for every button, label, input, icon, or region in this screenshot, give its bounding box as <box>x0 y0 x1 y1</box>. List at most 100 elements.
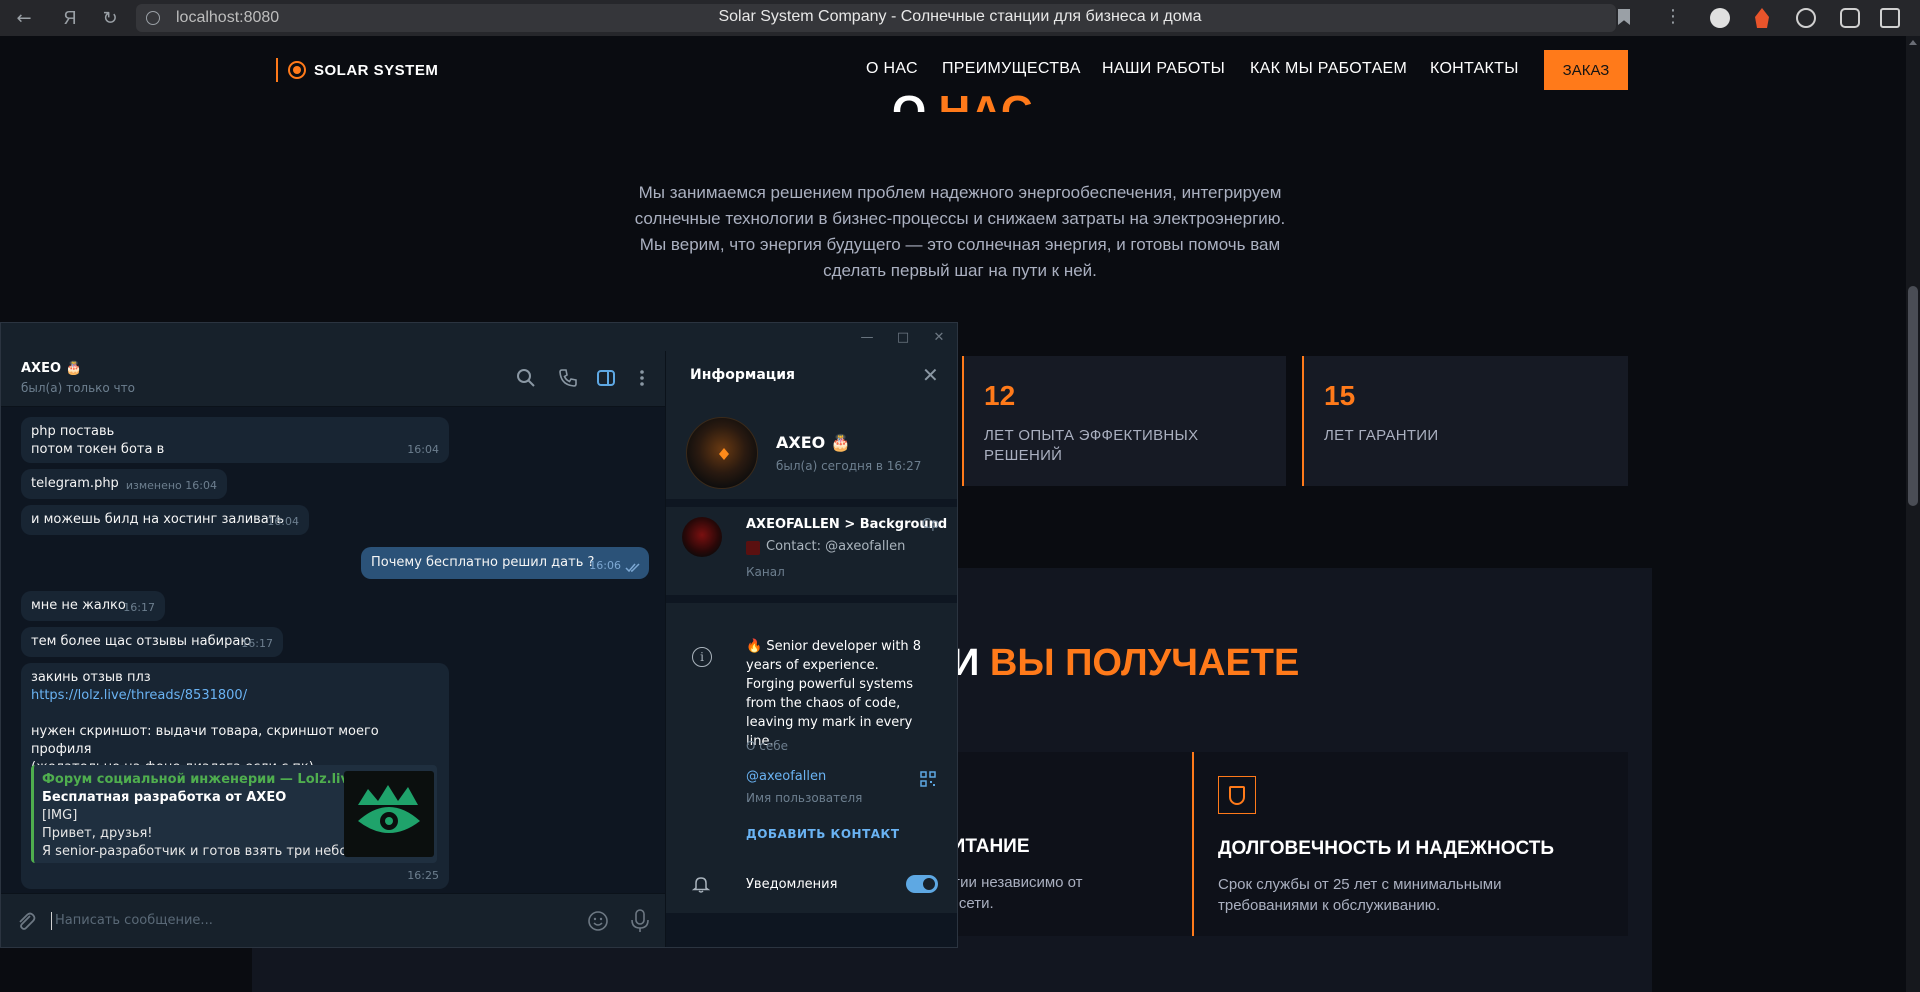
about-heading-white: О <box>892 87 939 112</box>
message-link[interactable]: https://lolz.live/threads/8531800/ <box>31 687 439 705</box>
more-vertical-icon[interactable]: ⋮ <box>1664 6 1682 27</box>
about-text: Мы занимаемся решением проблем надежного… <box>634 183 1286 280</box>
info-icon: i <box>692 647 712 667</box>
channel-avatar[interactable] <box>682 517 722 557</box>
scroll-up-arrow[interactable] <box>1909 40 1917 45</box>
bio-text: 🔥 Senior developer with 8 years of exper… <box>746 639 922 749</box>
username[interactable]: @axeofallen <box>746 769 826 784</box>
page-scrollbar[interactable] <box>1906 36 1920 992</box>
message-bubble[interactable]: telegram.php изменено 16:04 <box>21 469 227 499</box>
benefits-title: И ВЫ ПОЛУЧАЕТЕ <box>952 642 1299 685</box>
stat-card-warranty: 15 ЛЕТ ГАРАНТИИ <box>1302 356 1628 486</box>
about-heading: О НАС <box>892 70 1033 112</box>
address-bar[interactable]: localhost:8080 <box>136 4 1616 32</box>
qr-code-icon[interactable] <box>920 771 936 787</box>
sun-icon <box>288 61 306 79</box>
channel-day: Ср <box>922 517 940 532</box>
attach-icon[interactable] <box>15 910 37 932</box>
message-line: и можешь билд на хостинг заливать <box>31 512 285 527</box>
logo-text: SOLAR SYSTEM <box>314 61 439 79</box>
scroll-thumb[interactable] <box>1908 286 1918 506</box>
divider <box>666 595 957 603</box>
message-time: 16:04 <box>407 443 439 456</box>
telegram-titlebar: — □ ✕ <box>1 323 957 351</box>
close-icon[interactable]: ✕ <box>922 363 939 387</box>
close-window-icon[interactable]: ✕ <box>929 327 949 347</box>
message-time: 16:17 <box>123 601 155 614</box>
emoji-icon[interactable] <box>587 910 609 932</box>
stat-number: 15 <box>1324 380 1356 411</box>
notifications-label: Уведомления <box>746 877 838 892</box>
about-heading-orange: НАС <box>938 87 1033 112</box>
profile-status: был(а) сегодня в 16:27 <box>776 459 922 473</box>
puzzle-icon[interactable] <box>1840 8 1860 28</box>
maximize-icon[interactable]: □ <box>893 327 913 347</box>
lightbulb-icon[interactable] <box>1796 8 1816 28</box>
fire-extension-icon[interactable] <box>1755 8 1769 28</box>
message-line: закинь отзыв плз <box>31 670 151 685</box>
benefits-title-orange: ВЫ ПОЛУЧАЕТЕ <box>989 642 1300 684</box>
window-menu-icon[interactable] <box>1880 8 1900 28</box>
username-label: Имя пользователя <box>746 791 863 805</box>
benefit-title: ДОЛГОВЕЧНОСТЬ И НАДЕЖНОСТЬ <box>1218 838 1554 859</box>
benefit-partial-desc: ергии независимо от ой сети. <box>938 872 1083 914</box>
channel-type: Канал <box>746 565 785 579</box>
back-icon[interactable]: ← <box>6 0 42 36</box>
bookmark-icon[interactable] <box>1618 9 1630 25</box>
message-bubble[interactable]: php поставь потом токен бота в 16:04 <box>21 417 449 463</box>
info-panel: Информация ✕ AXEO 🎂 был(а) сегодня в 16:… <box>665 351 957 947</box>
channel-thumbnail <box>746 541 760 555</box>
message-line: php поставь <box>31 424 115 439</box>
url-text: localhost:8080 <box>176 9 280 26</box>
chat-header[interactable]: AXEO 🎂 был(а) только что <box>1 351 665 407</box>
stat-label: ЛЕТ ОПЫТА ЭФФЕКТИВНЫХ РЕШЕНИЙ <box>984 427 1199 464</box>
message-bubble-outgoing[interactable]: Почему бесплатно решил дать ? 16:06 <box>361 547 649 579</box>
nav-contacts[interactable]: КОНТАКТЫ <box>1430 60 1519 78</box>
message-composer: Написать сообщение... <box>1 893 665 947</box>
channel-name[interactable]: AXEOFALLEN > Background <box>746 517 947 532</box>
benefit-description: Срок службы от 25 лет с минимальными тре… <box>1218 876 1502 914</box>
message-input[interactable]: Написать сообщение... <box>55 913 213 928</box>
reload-icon[interactable]: ↻ <box>92 0 128 36</box>
message-line: тем более щас отзывы набираю <box>31 634 252 649</box>
nav-works[interactable]: НАШИ РАБОТЫ <box>1102 60 1225 78</box>
info-title: Информация <box>690 367 795 383</box>
message-time: 16:17 <box>241 637 273 650</box>
browser-toolbar: ← Я ↻ localhost:8080 Solar System Compan… <box>0 0 1920 36</box>
text-caret <box>51 912 52 930</box>
nav-how-we-work[interactable]: КАК МЫ РАБОТАЕМ <box>1250 60 1407 78</box>
add-contact-button[interactable]: ДОБАВИТЬ КОНТАКТ <box>746 827 900 841</box>
benefit-partial-desc-line: ергии независимо от <box>938 874 1083 891</box>
divider <box>666 913 957 947</box>
notifications-toggle[interactable] <box>906 875 938 893</box>
link-preview[interactable]: Форум социальной инженерии — Lolz.live..… <box>31 765 437 863</box>
extension-icon[interactable] <box>1710 8 1730 28</box>
message-time: 16:25 <box>407 869 439 882</box>
stat-number: 12 <box>984 380 1016 411</box>
order-button[interactable]: ЗАКАЗ <box>1544 50 1628 90</box>
bell-icon <box>692 877 710 893</box>
message-bubble[interactable]: и можешь билд на хостинг заливать 16:04 <box>21 505 309 535</box>
stat-card-experience: 12 ЛЕТ ОПЫТА ЭФФЕКТИВНЫХ РЕШЕНИЙ <box>962 356 1286 486</box>
more-vertical-icon[interactable] <box>631 367 653 389</box>
profile-avatar[interactable] <box>686 417 758 489</box>
message-line: потом токен бота в <box>31 442 165 457</box>
search-icon[interactable] <box>515 367 537 389</box>
message-bubble-with-preview[interactable]: закинь отзыв плз https://lolz.live/threa… <box>21 663 449 889</box>
microphone-icon[interactable] <box>629 908 651 934</box>
eye-logo-icon <box>358 785 420 833</box>
message-line: нужен скриншот: выдачи товара, скриншот … <box>31 724 379 757</box>
benefit-card-durability: ДОЛГОВЕЧНОСТЬ И НАДЕЖНОСТЬ Срок службы о… <box>1192 752 1628 936</box>
minimize-icon[interactable]: — <box>857 327 877 347</box>
telegram-window: — □ ✕ AXEO 🎂 был(а) только что php поста… <box>0 322 958 948</box>
message-bubble[interactable]: тем более щас отзывы набираю 16:17 <box>21 627 283 657</box>
shield-icon <box>1218 776 1256 814</box>
message-bubble[interactable]: мне не жалко 16:17 <box>21 591 165 621</box>
yandex-icon[interactable]: Я <box>52 0 88 36</box>
logo[interactable]: SOLAR SYSTEM <box>276 58 438 82</box>
site-info-icon[interactable] <box>146 11 160 25</box>
phone-icon[interactable] <box>557 367 579 389</box>
chat-pane: AXEO 🎂 был(а) только что php поставь пот… <box>1 351 665 947</box>
chat-name: AXEO 🎂 <box>21 361 82 376</box>
sidebar-toggle-icon[interactable] <box>595 367 617 389</box>
